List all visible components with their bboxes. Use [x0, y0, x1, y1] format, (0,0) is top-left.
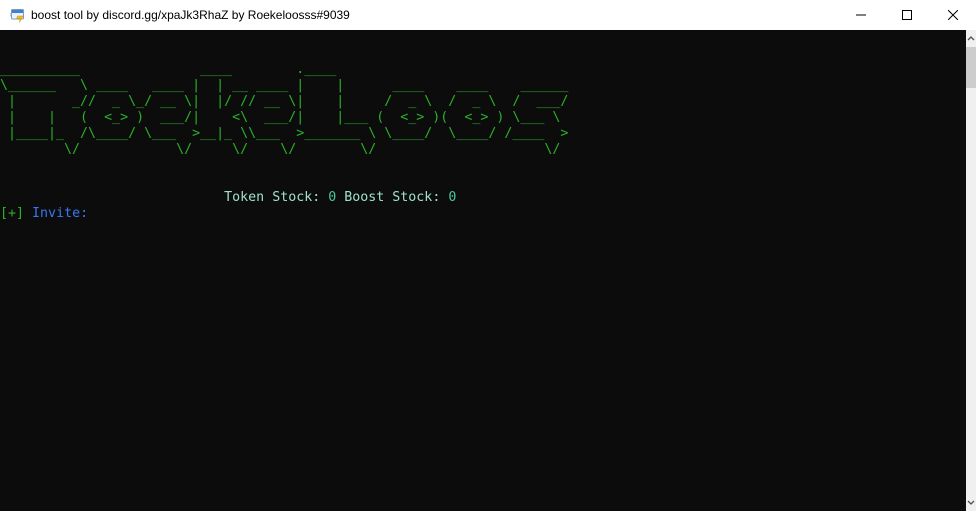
token-stock-label: Token Stock:: [224, 190, 329, 205]
app-window: boost tool by discord.gg/xpaJk3RhaZ by R…: [0, 0, 976, 511]
console-text-segment: __________ ____ .____: [0, 62, 337, 77]
minimize-button[interactable]: [838, 0, 884, 30]
console-app-icon: [9, 7, 25, 23]
chevron-up-icon scroll-up-button[interactable]: [966, 30, 976, 47]
console-text-segment: | | ( <_> ) ___/| <\ ___/| |___ ( <_> )(…: [0, 110, 569, 125]
window-controls: [838, 0, 976, 30]
scrollbar[interactable]: [966, 30, 976, 511]
ascii-art-line: | | ( <_> ) ___/| <\ ___/| |___ ( <_> )(…: [0, 110, 966, 126]
console-text-segment: | _// _ \_/ __ \| |/ // __ \| | / _ \ / …: [0, 94, 569, 109]
window-title: boost tool by discord.gg/xpaJk3RhaZ by R…: [31, 8, 350, 22]
stock-line: Token Stock: 0 Boost Stock: 0: [0, 190, 966, 206]
invite-prompt-line: [+] Invite:: [0, 206, 966, 222]
console-output: __________ ____ .____ \______ \ ____ ____…: [0, 30, 966, 511]
ascii-art-line: |____|_ /\____/ \___ >__|_ \\___ >______…: [0, 126, 966, 142]
console-text: __________ ____ .____ \______ \ ____ ____…: [0, 30, 966, 222]
invite-label: Invite:: [32, 206, 89, 221]
boost-stock-value: 0: [448, 190, 457, 205]
ascii-art-line: \/ \/ \/ \/ \/ \/: [0, 142, 966, 158]
plus-badge: [+]: [0, 206, 25, 221]
console-text-segment: [0, 190, 224, 205]
chevron-down-icon scroll-down-button[interactable]: [966, 494, 976, 511]
console-text-segment: |____|_ /\____/ \___ >__|_ \\___ >______…: [0, 126, 569, 141]
console-text-segment: [24, 206, 32, 221]
console-text-segment: \/ \/ \/ \/ \/ \/: [0, 142, 561, 157]
scrollbar-thumb[interactable]: [966, 47, 976, 88]
ascii-art-line: __________ ____ .____: [0, 62, 966, 78]
maximize-button[interactable]: [884, 0, 930, 30]
titlebar: boost tool by discord.gg/xpaJk3RhaZ by R…: [0, 0, 976, 30]
boost-stock-label: Boost Stock:: [336, 190, 449, 205]
console-text-segment: \______ \ ____ ____ | | __ ____ | | ____…: [0, 78, 569, 93]
ascii-art-line: \______ \ ____ ____ | | __ ____ | | ____…: [0, 78, 966, 94]
close-button[interactable]: [930, 0, 976, 30]
ascii-art-line: | _// _ \_/ __ \| |/ // __ \| | / _ \ / …: [0, 94, 966, 110]
